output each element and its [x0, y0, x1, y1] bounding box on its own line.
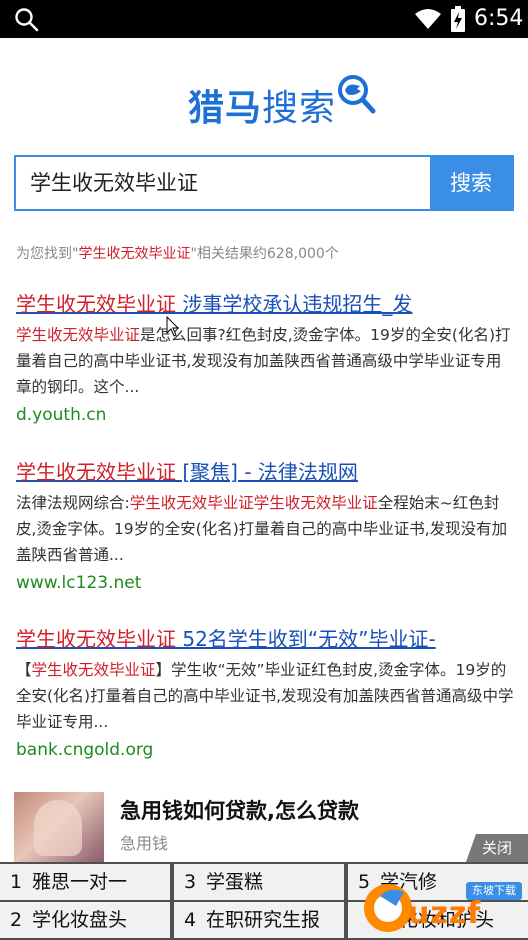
ad-thumbnail	[14, 792, 104, 862]
hot-item-rank: 2	[10, 909, 23, 931]
result-url[interactable]: d.youth.cn	[16, 402, 516, 428]
ad-subtitle: 急用钱	[120, 834, 169, 853]
ad-title[interactable]: 急用钱如何贷款,怎么贷款	[120, 796, 359, 826]
result-title-keyword: 学生收无效毕业证	[16, 460, 176, 484]
hot-item[interactable]: 4 在职研究生报	[174, 902, 344, 938]
result-snippet: 【学生收无效毕业证】学生收“无效”毕业证红色封皮,烫金字体。19岁的全安(化名)…	[16, 657, 516, 735]
snippet-keyword: 学生收无效毕业证	[31, 661, 156, 679]
logo-part2: 搜索	[262, 88, 337, 129]
hot-item-label: 雅思一对一	[32, 871, 128, 893]
mouse-cursor-icon	[166, 316, 180, 337]
snippet-keyword: 学生收无效毕业证学生收无效毕业证	[129, 494, 378, 512]
search-bar: 学生收无效毕业证 搜索	[14, 155, 514, 211]
result-title-link[interactable]: 学生收无效毕业证 [聚焦] - 法律法规网	[16, 458, 516, 486]
result-count-prefix: 为您找到"	[16, 246, 79, 262]
snippet-prefix: 法律法规网综合:	[16, 494, 130, 512]
search-button[interactable]: 搜索	[430, 157, 512, 209]
result-title-link[interactable]: 学生收无效毕业证 52名学生收到“无效”毕业证-	[16, 625, 516, 653]
search-result: 学生收无效毕业证 52名学生收到“无效”毕业证- 【学生收无效毕业证】学生收“无…	[16, 625, 516, 763]
search-icon[interactable]	[14, 7, 40, 33]
result-title-keyword: 学生收无效毕业证	[16, 627, 176, 651]
result-snippet: 法律法规网综合:学生收无效毕业证学生收无效毕业证全程始末~红色封皮,烫金字体。1…	[16, 490, 516, 568]
result-snippet: 学生收无效毕业证是怎么回事?红色封皮,烫金字体。19岁的全安(化名)打量着自己的…	[16, 322, 516, 400]
hot-item[interactable]: 1 雅思一对一	[0, 864, 170, 900]
site-logo[interactable]: 猎马搜索	[188, 73, 378, 133]
result-url[interactable]: bank.cngold.org	[16, 737, 516, 763]
hot-item[interactable]: 2 学化妆盘头	[0, 902, 170, 938]
status-bar: 6:54	[0, 0, 528, 38]
ad-thumbnail-figure	[34, 800, 82, 856]
search-result: 学生收无效毕业证 [聚焦] - 法律法规网 法律法规网综合:学生收无效毕业证学生…	[16, 458, 516, 596]
result-title-text: [聚焦] - 法律法规网	[176, 460, 358, 484]
hot-item-label: 学化妆盘头	[32, 909, 128, 931]
search-input[interactable]: 学生收无效毕业证	[30, 157, 198, 209]
hot-item-label: 学蛋糕	[206, 871, 264, 893]
result-url[interactable]: www.lc123.net	[16, 570, 516, 596]
watermark-brand: uzzf	[408, 896, 482, 931]
snippet-keyword: 学生收无效毕业证	[16, 326, 141, 344]
search-result: 学生收无效毕业证 涉事学校承认违规招生_发 学生收无效毕业证是怎么回事?红色封皮…	[16, 290, 516, 428]
logo-part1: 猎马	[188, 88, 263, 129]
snippet-prefix: 【	[16, 661, 32, 679]
result-count-keyword: 学生收无效毕业证	[78, 246, 191, 262]
hot-item-rank: 4	[184, 909, 197, 931]
ad-banner[interactable]: 急用钱如何贷款,怎么贷款 急用钱 关闭	[14, 792, 528, 864]
magnifier-logo-icon	[338, 75, 376, 114]
hot-item[interactable]: 3 学蛋糕	[174, 864, 344, 900]
clock: 6:54	[474, 6, 524, 31]
result-title-text: 52名学生收到“无效”毕业证-	[176, 627, 436, 651]
result-count-suffix: "相关结果约628,000个	[190, 246, 339, 262]
ad-close-button[interactable]: 关闭	[466, 834, 528, 862]
result-title-link[interactable]: 学生收无效毕业证 涉事学校承认违规招生_发	[16, 290, 516, 318]
result-title-keyword: 学生收无效毕业证	[16, 292, 176, 316]
battery-icon	[451, 6, 465, 32]
result-title-text: 涉事学校承认违规招生_发	[176, 292, 413, 316]
hot-item-rank: 1	[10, 871, 23, 893]
hot-item-label: 在职研究生报	[206, 909, 321, 931]
wifi-icon	[415, 9, 441, 29]
uzzf-watermark: 东坡下载 uzzf	[358, 860, 528, 940]
result-count: 为您找到"学生收无效毕业证"相关结果约628,000个	[16, 244, 339, 264]
hot-item-rank: 3	[184, 871, 197, 893]
logo-text: 猎马搜索	[188, 87, 336, 131]
